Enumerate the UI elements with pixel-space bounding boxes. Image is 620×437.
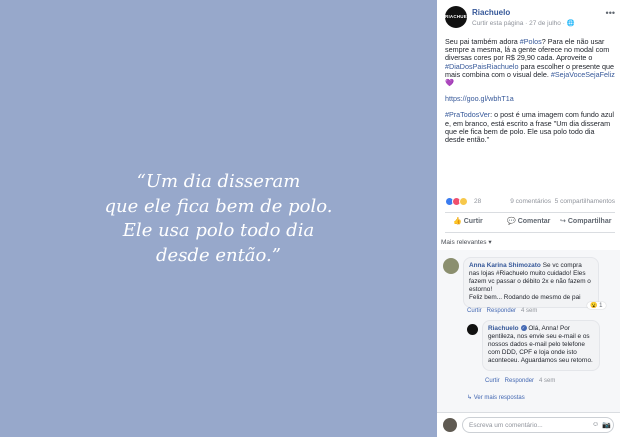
post-header: RIACHUELO Riachuelo Curtir esta página ·… — [445, 6, 615, 30]
more-dots-icon[interactable]: ••• — [606, 8, 615, 18]
quote-line: que ele fica bem de polo. — [104, 195, 333, 217]
share-button[interactable]: ↪ Compartilhar — [560, 217, 611, 225]
comment-reaction-badge[interactable]: 😮 1 — [587, 302, 606, 309]
haha-reaction-icon: 😮 — [590, 303, 598, 309]
view-more-replies-link[interactable]: ↳ Ver mais respostas — [467, 394, 525, 401]
quote-line: “Um dia disseram — [136, 171, 301, 192]
avatar[interactable] — [467, 324, 478, 335]
emoji-icon[interactable]: ☺ — [592, 421, 599, 428]
comment-bubble: Riachuelo ✓ Olá, Anna! Por gentileza, nos… — [482, 320, 600, 371]
quote-line: desde então.” — [156, 244, 281, 266]
purple-heart-icon: 💜 — [445, 78, 454, 88]
camera-icon[interactable]: 📷 — [602, 421, 611, 429]
comment-actions: Curtir Responder 4 sem — [467, 308, 537, 314]
comment-extra-text: Feliz bem... Rodando de mesmo de pai — [469, 294, 581, 301]
post-url-link[interactable]: https://goo.gl/wbhT1a — [445, 94, 514, 103]
comment-reply-link[interactable]: Responder — [487, 308, 516, 314]
like-button[interactable]: 👍 Curtir — [453, 217, 483, 225]
post-sidebar: RIACHUELO Riachuelo Curtir esta página ·… — [437, 0, 620, 437]
share-icon: ↪ — [560, 218, 566, 225]
like-page-link[interactable]: Curtir esta página — [472, 20, 523, 27]
comment-like-link[interactable]: Curtir — [485, 378, 500, 384]
comment-filter-dropdown[interactable]: Mais relevantes ▾ — [441, 238, 492, 246]
avatar[interactable] — [443, 418, 457, 432]
comment-time[interactable]: 4 sem — [539, 378, 555, 384]
comment-button[interactable]: 💬 Comentar — [507, 217, 550, 225]
comment-time[interactable]: 4 sem — [521, 308, 537, 314]
globe-icon: 🌐 — [566, 20, 575, 27]
post-image-quote: “Um dia disseram que ele fica bem de pol… — [0, 170, 437, 268]
comment-icon: 💬 — [507, 218, 516, 225]
thumbs-up-icon: 👍 — [453, 218, 462, 225]
page-avatar[interactable]: RIACHUELO — [445, 6, 473, 28]
comment-count[interactable]: 9 comentários — [510, 198, 551, 205]
post-subline: Curtir esta página · 27 de julho · 🌐 — [472, 20, 575, 27]
hashtag-link[interactable]: #SejaVoceSejaFeliz — [551, 70, 615, 79]
page-name-link[interactable]: Riachuelo — [472, 8, 510, 17]
quote-line: Ele usa polo todo dia — [122, 220, 315, 241]
post-actions: 👍 Curtir 💬 Comentar ↪ Compartilhar — [445, 214, 615, 230]
comment-composer: ☺ 📷 — [437, 412, 620, 437]
haha-reaction-icon — [459, 197, 468, 206]
post-text: Seu pai também adora #Polos? Para ele nã… — [445, 37, 615, 152]
comment-bubble: Anna Karina Shimozato Se vc compra nas lo… — [463, 257, 599, 308]
verified-badge-icon: ✓ — [520, 325, 527, 332]
reaction-icons[interactable] — [445, 197, 468, 206]
avatar[interactable] — [443, 258, 459, 274]
post-image[interactable]: “Um dia disseram que ele fica bem de pol… — [0, 0, 437, 437]
reaction-summary: 28 9 comentários 5 compartilhamentos — [445, 197, 615, 209]
post-paragraph: #PraTodosVer: o post é uma imagem com fu… — [445, 110, 615, 145]
post-paragraph: Seu pai também adora #Polos? Para ele nã… — [445, 37, 615, 88]
comment-share-count: 9 comentários 5 compartilhamentos — [510, 198, 615, 205]
post-paragraph: https://goo.gl/wbhT1a — [445, 95, 615, 103]
comment-author[interactable]: Anna Karina Shimozato — [469, 262, 541, 269]
divider — [445, 232, 615, 233]
post-date[interactable]: 27 de julho — [529, 20, 561, 27]
comment-author[interactable]: Riachuelo — [488, 325, 519, 332]
reaction-count[interactable]: 28 — [474, 198, 481, 205]
comment-like-link[interactable]: Curtir — [467, 308, 482, 314]
comment-actions: Curtir Responder 4 sem — [485, 378, 555, 384]
divider — [445, 212, 615, 213]
comment-reply-link[interactable]: Responder — [505, 378, 534, 384]
share-count[interactable]: 5 compartilhamentos — [555, 198, 615, 205]
